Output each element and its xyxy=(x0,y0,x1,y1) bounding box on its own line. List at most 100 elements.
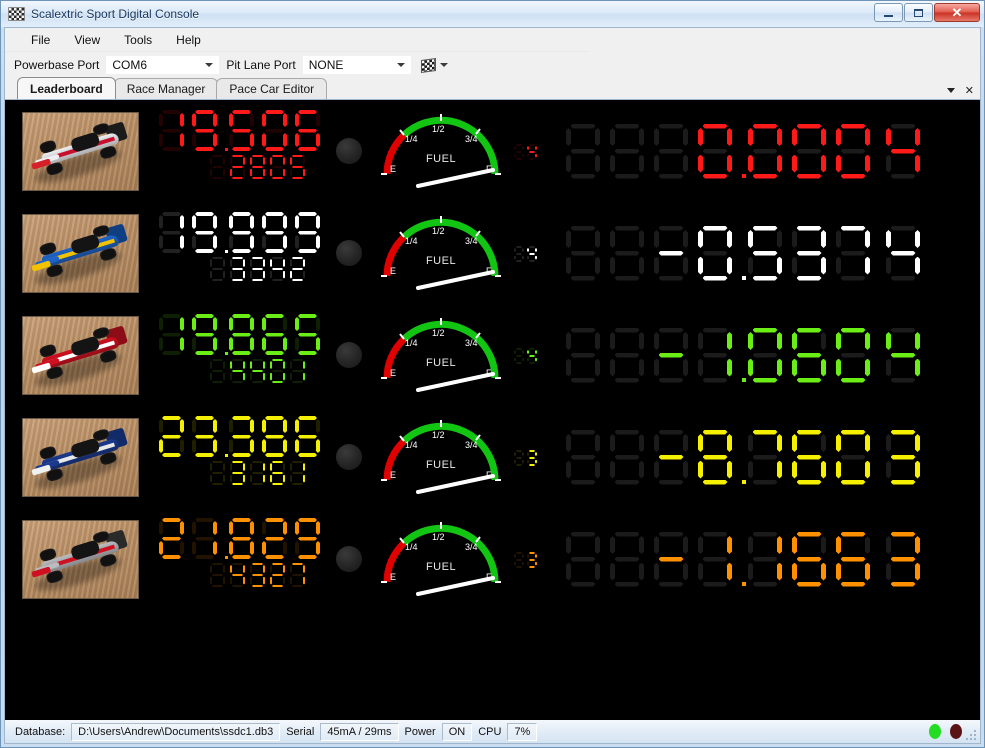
seven-segment-digit xyxy=(229,314,262,355)
lap-time-group xyxy=(155,508,330,610)
minimize-button[interactable] xyxy=(874,3,903,22)
fuel-tick-full: F xyxy=(486,572,492,582)
menu-item-tools[interactable]: Tools xyxy=(112,30,164,50)
toolbar: Powerbase Port COM6 Pit Lane Port NONE xyxy=(5,52,980,78)
fuel-tick-quarter: 1/4 xyxy=(405,236,418,246)
app-window: Scalextric Sport Digital Console ✕ File … xyxy=(0,0,985,748)
tab-leaderboard[interactable]: Leaderboard xyxy=(17,77,116,99)
seven-segment-digit xyxy=(748,429,792,485)
seven-segment-digit xyxy=(192,212,225,253)
leaderboard-row[interactable]: E 1/4 1/2 3/4 F FUEL xyxy=(5,508,980,610)
tab-pace-car-editor[interactable]: Pace Car Editor xyxy=(216,78,328,99)
seven-segment-digit xyxy=(262,416,295,457)
close-icon: ✕ xyxy=(951,5,963,20)
laps-remaining-group xyxy=(514,142,562,160)
fuel-tick-threequarter: 3/4 xyxy=(465,440,478,450)
leaderboard-row[interactable]: E 1/4 1/2 3/4 F FUEL xyxy=(5,202,980,304)
seven-segment-digit xyxy=(836,327,880,383)
seven-segment-digit xyxy=(514,552,527,568)
lane-status-indicator[interactable] xyxy=(336,444,362,470)
laps-remaining-group xyxy=(514,550,562,568)
maximize-button[interactable] xyxy=(904,3,933,22)
car-thumbnail-cell xyxy=(5,111,155,191)
seven-segment-digit xyxy=(270,257,290,281)
fuel-gauge: E 1/4 1/2 3/4 F FUEL xyxy=(376,214,506,292)
gap-time-display xyxy=(566,123,880,179)
status-leds xyxy=(929,724,962,739)
tab-race-manager[interactable]: Race Manager xyxy=(113,78,219,99)
seven-segment-digit xyxy=(514,450,527,466)
lane-status-indicator[interactable] xyxy=(336,546,362,572)
car-red[interactable] xyxy=(21,315,139,395)
title-bar: Scalextric Sport Digital Console ✕ xyxy=(1,1,984,27)
leaderboard-row[interactable]: E 1/4 1/2 3/4 F FUEL xyxy=(5,100,980,202)
chevron-down-icon xyxy=(396,63,405,67)
maximize-icon xyxy=(914,8,923,17)
seven-segment-digit xyxy=(748,531,792,587)
gap-time-panel xyxy=(562,123,980,179)
database-label: Database: xyxy=(15,725,66,738)
menu-item-help[interactable]: Help xyxy=(164,30,213,50)
seven-segment-digit xyxy=(836,531,880,587)
car-wheel xyxy=(45,161,65,177)
car-wheel xyxy=(99,451,118,467)
seven-segment-digit xyxy=(527,246,540,262)
seven-segment-digit xyxy=(698,123,742,179)
close-button[interactable]: ✕ xyxy=(934,3,980,22)
lane-status-indicator[interactable] xyxy=(336,342,362,368)
car-thumbnail-cell xyxy=(5,417,155,497)
car-silver-red[interactable] xyxy=(21,519,139,599)
seven-segment-digit xyxy=(159,314,192,355)
pit-lane-port-label: Pit Lane Port xyxy=(226,58,296,72)
seven-segment-digit xyxy=(514,348,527,364)
leaderboard-row[interactable]: E 1/4 1/2 3/4 F FUEL xyxy=(5,406,980,508)
seven-segment-digit xyxy=(886,225,930,281)
lap-count-display xyxy=(210,155,310,179)
car-thumbnail-cell xyxy=(5,315,155,395)
car-white-red[interactable] xyxy=(21,111,139,191)
menu-item-view[interactable]: View xyxy=(62,30,112,50)
seven-segment-digit xyxy=(230,461,250,485)
fuel-tick-threequarter: 3/4 xyxy=(465,134,478,144)
seven-segment-digit xyxy=(230,257,250,281)
menu-item-file[interactable]: File xyxy=(19,30,62,50)
seven-segment-digit xyxy=(654,225,698,281)
car-blue-white[interactable] xyxy=(21,417,139,497)
seven-segment-digit xyxy=(698,225,742,281)
menu-bar: File View Tools Help xyxy=(5,28,588,52)
seven-segment-digit xyxy=(159,518,192,559)
gap-time-panel xyxy=(562,531,980,587)
seven-segment-digit xyxy=(792,123,836,179)
resize-grip[interactable] xyxy=(965,729,977,741)
seven-segment-digit xyxy=(210,563,230,587)
fuel-gauge-label: FUEL xyxy=(425,560,457,573)
car-blue-yellow[interactable] xyxy=(21,213,139,293)
fuel-gauge-needle xyxy=(416,168,495,188)
close-icon[interactable]: ✕ xyxy=(965,84,974,97)
car-id-display xyxy=(886,327,930,383)
car-wheel xyxy=(45,263,65,279)
car-id-display xyxy=(886,123,930,179)
laps-remaining-display xyxy=(514,246,562,262)
lap-time-display xyxy=(159,416,328,457)
seven-segment-digit xyxy=(262,518,295,559)
seven-segment-digit xyxy=(159,110,192,151)
lane-status-indicator[interactable] xyxy=(336,240,362,266)
tab-strip-tools: ✕ xyxy=(946,84,974,97)
seven-segment-digit xyxy=(514,144,527,160)
seven-segment-digit xyxy=(290,359,310,383)
fuel-tick-half: 1/2 xyxy=(432,532,445,542)
seven-segment-digit xyxy=(210,461,230,485)
powerbase-port-select[interactable]: COM6 xyxy=(105,55,221,75)
seven-segment-digit xyxy=(527,144,540,160)
pit-lane-port-select[interactable]: NONE xyxy=(301,55,412,75)
checkered-flag-button[interactable] xyxy=(418,57,455,74)
chevron-down-icon xyxy=(205,63,214,67)
lane-status-indicator[interactable] xyxy=(336,138,362,164)
chevron-down-icon[interactable] xyxy=(946,88,955,93)
laps-remaining-group xyxy=(514,346,562,364)
seven-segment-digit xyxy=(295,518,328,559)
leaderboard-row[interactable]: E 1/4 1/2 3/4 F FUEL xyxy=(5,304,980,406)
fuel-tick-empty: E xyxy=(390,572,397,582)
fuel-tick-empty: E xyxy=(390,368,397,378)
